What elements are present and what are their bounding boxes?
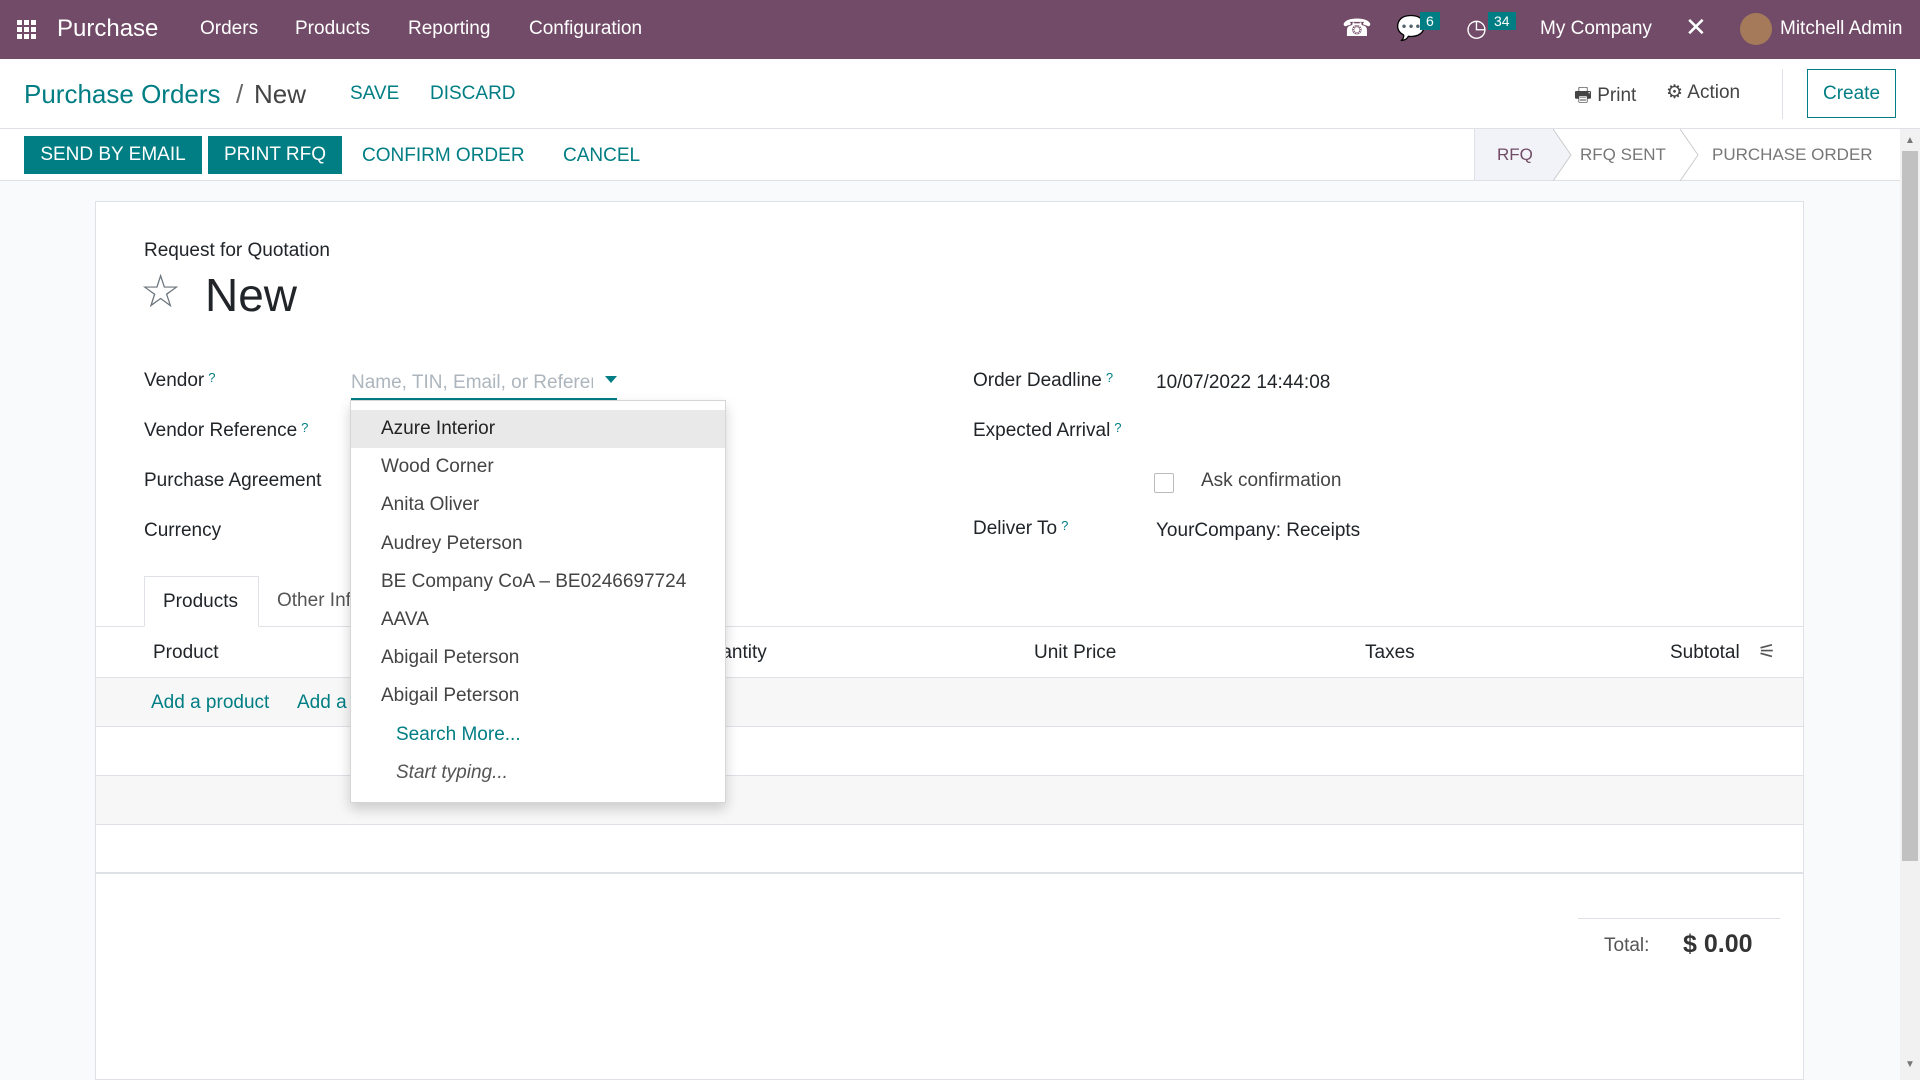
divider: [1782, 69, 1783, 119]
send-by-email-button[interactable]: SEND BY EMAIL: [24, 136, 202, 174]
tab-products[interactable]: Products: [144, 576, 259, 627]
apps-grid-icon[interactable]: [17, 20, 37, 40]
deliver-to-label: Deliver To?: [973, 518, 1069, 539]
dropdown-item[interactable]: Anita Oliver: [351, 486, 725, 524]
tab-other-info[interactable]: Other Info: [277, 590, 362, 612]
dropdown-item[interactable]: Wood Corner: [351, 448, 725, 486]
menu-orders[interactable]: Orders: [200, 18, 258, 40]
breadcrumb-parent[interactable]: Purchase Orders: [24, 79, 221, 110]
table-row: [96, 825, 1803, 874]
stage-rfq-label: RFQ: [1497, 145, 1533, 164]
record-title: New: [205, 269, 298, 321]
help-icon[interactable]: ?: [1061, 518, 1068, 533]
help-icon[interactable]: ?: [208, 370, 215, 385]
print-rfq-button[interactable]: PRINT RFQ: [208, 136, 342, 174]
activities-badge: 34: [1488, 12, 1516, 30]
print-button[interactable]: 🖶 Print: [1574, 81, 1636, 113]
breadcrumb-current: New: [254, 79, 307, 109]
dropdown-item[interactable]: BE Company CoA – BE0246697724: [351, 563, 725, 601]
dropdown-item[interactable]: AAVA: [351, 601, 725, 639]
phone-icon[interactable]: ☎: [1342, 14, 1372, 43]
scrollbar[interactable]: ▲ ▼: [1900, 129, 1920, 1080]
help-icon[interactable]: ?: [1114, 420, 1121, 435]
app-name[interactable]: Purchase: [57, 15, 158, 43]
confirm-order-button[interactable]: CONFIRM ORDER: [362, 145, 525, 167]
help-icon[interactable]: ?: [1106, 370, 1113, 385]
dropdown-item[interactable]: Audrey Peterson: [351, 525, 725, 563]
cancel-button[interactable]: CANCEL: [563, 145, 640, 167]
print-label: Print: [1597, 85, 1637, 106]
create-button[interactable]: Create: [1807, 69, 1896, 118]
scrollbar-thumb[interactable]: [1902, 151, 1918, 861]
star-icon[interactable]: ☆: [140, 268, 181, 314]
vendor-label: Vendor?: [144, 370, 216, 391]
expected-arrival-label: Expected Arrival?: [973, 420, 1122, 441]
action-label: Action: [1687, 82, 1741, 103]
menu-configuration[interactable]: Configuration: [529, 18, 642, 40]
stage-arrow: [1680, 129, 1699, 181]
ask-confirmation-checkbox[interactable]: [1154, 473, 1174, 493]
total-value: $ 0.00: [1683, 930, 1753, 958]
add-product-link[interactable]: Add a product: [151, 692, 269, 714]
help-icon[interactable]: ?: [301, 420, 308, 435]
total-label: Total:: [1604, 935, 1650, 956]
tools-icon[interactable]: ✕: [1685, 12, 1707, 43]
vendor-input[interactable]: Name, TIN, Email, or Reference: [351, 370, 617, 400]
messages-badge: 6: [1420, 12, 1440, 30]
caret-down-icon[interactable]: [605, 376, 617, 383]
col-taxes[interactable]: Taxes: [1365, 642, 1415, 664]
col-product[interactable]: Product: [153, 642, 218, 664]
top-navbar: Purchase Orders Products Reporting Confi…: [0, 0, 1920, 59]
company-switcher[interactable]: My Company: [1540, 18, 1652, 40]
avatar[interactable]: [1740, 13, 1772, 45]
col-unit-price[interactable]: Unit Price: [1034, 642, 1116, 664]
dropdown-item[interactable]: Abigail Peterson: [351, 677, 725, 715]
start-typing-hint: Start typing...: [396, 762, 508, 783]
action-button[interactable]: ⚙ Action: [1666, 81, 1740, 104]
menu-reporting[interactable]: Reporting: [408, 18, 490, 40]
vendor-reference-label: Vendor Reference?: [144, 420, 309, 441]
deliver-to-value[interactable]: YourCompany: Receipts: [1156, 520, 1360, 542]
breadcrumb-separator: /: [236, 79, 244, 109]
dropdown-item[interactable]: Abigail Peterson: [351, 639, 725, 677]
currency-label: Currency: [144, 520, 222, 541]
vendor-autocomplete-dropdown: Azure Interior Wood Corner Anita Oliver …: [350, 400, 726, 803]
discard-button[interactable]: DISCARD: [430, 83, 516, 105]
dropdown-item[interactable]: Azure Interior: [351, 410, 725, 448]
purchase-agreement-label: Purchase Agreement: [144, 470, 322, 491]
vendor-placeholder: Name, TIN, Email, or Reference: [351, 372, 593, 393]
stage-purchase-order[interactable]: PURCHASE ORDER: [1712, 145, 1873, 165]
stage-arrow: [1553, 129, 1572, 181]
scroll-up-icon[interactable]: ▲: [1905, 135, 1915, 146]
form-subtitle: Request for Quotation: [144, 240, 330, 261]
ask-confirmation-label: Ask confirmation: [1201, 470, 1342, 491]
menu-products[interactable]: Products: [295, 18, 370, 40]
search-more-link[interactable]: Search More...: [351, 716, 725, 754]
status-bar: SEND BY EMAIL PRINT RFQ CONFIRM ORDER CA…: [0, 129, 1900, 181]
save-button[interactable]: SAVE: [350, 83, 399, 105]
scroll-down-icon[interactable]: ▼: [1905, 1059, 1915, 1070]
order-deadline-value[interactable]: 10/07/2022 14:44:08: [1156, 372, 1330, 394]
optional-columns-icon[interactable]: ⚟: [1758, 639, 1776, 664]
order-deadline-label: Order Deadline?: [973, 370, 1114, 391]
stage-rfq-sent[interactable]: RFQ SENT: [1580, 145, 1666, 165]
stage-rfq[interactable]: RFQ: [1474, 129, 1554, 180]
clock-icon[interactable]: ◷: [1466, 14, 1487, 43]
gear-icon: ⚙: [1666, 82, 1684, 103]
user-menu[interactable]: Mitchell Admin: [1780, 18, 1903, 40]
total-divider: [1578, 918, 1780, 919]
tab-products-label: Products: [163, 591, 238, 612]
control-panel: Purchase Orders / New SAVE DISCARD 🖶 Pri…: [0, 59, 1920, 129]
col-subtotal[interactable]: Subtotal: [1670, 642, 1740, 664]
printer-icon: 🖶: [1574, 85, 1592, 106]
